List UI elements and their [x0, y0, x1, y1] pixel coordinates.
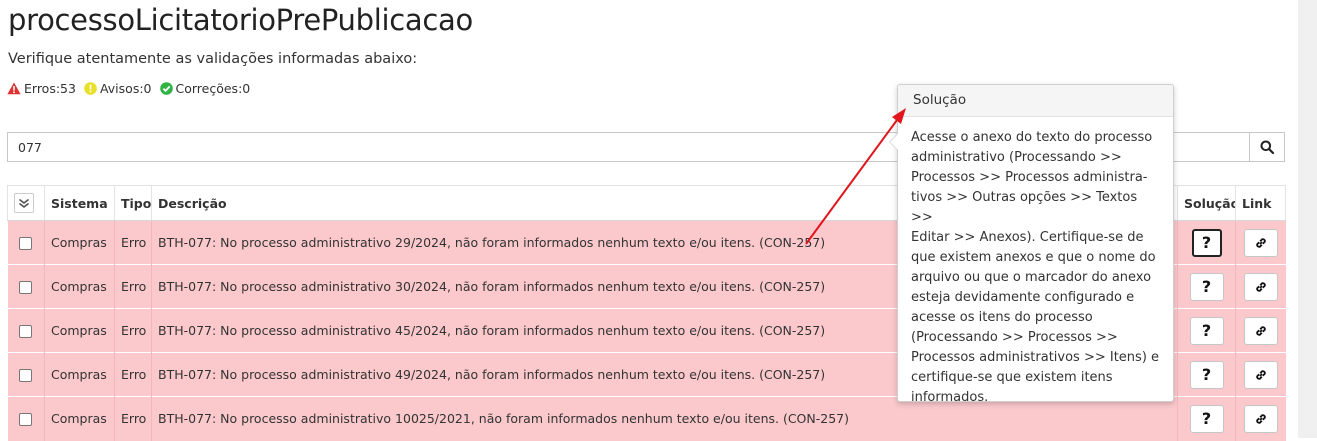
- warnings-counter: Avisos:0: [84, 81, 152, 96]
- solution-popover: Solução Acesse o anexo do texto do proce…: [889, 84, 1174, 405]
- cell-sistema: Compras: [44, 220, 115, 265]
- question-icon: ?: [1201, 277, 1212, 296]
- cell-sistema: Compras: [44, 264, 115, 309]
- check-circle-icon: [159, 82, 173, 95]
- cell-tipo: Erro: [114, 220, 152, 265]
- cell-tipo: Erro: [114, 396, 152, 441]
- errors-count: Erros:53: [24, 81, 76, 96]
- cell-sistema: Compras: [44, 352, 115, 397]
- link-button[interactable]: [1243, 316, 1278, 345]
- question-icon: ?: [1201, 409, 1212, 429]
- errors-counter: Erros:53: [7, 81, 76, 96]
- solution-button[interactable]: ?: [1189, 316, 1224, 345]
- popover-line: acesse os itens do processo: [911, 310, 1093, 325]
- validation-counters: Erros:53 Avisos:0 Correções:0: [7, 81, 258, 96]
- header-link: Link: [1235, 185, 1286, 221]
- row-checkbox[interactable]: [19, 369, 33, 382]
- link-icon: [1256, 369, 1266, 380]
- row-checkbox[interactable]: [19, 325, 33, 338]
- select-all-button[interactable]: [14, 193, 34, 213]
- popover-line: esteja devidamente configurado e: [911, 290, 1135, 305]
- cell-sistema: Compras: [44, 308, 115, 353]
- popover-title: Solução: [898, 85, 1173, 117]
- link-button[interactable]: [1243, 228, 1278, 257]
- page-subtitle: Verifique atentamente as validações info…: [8, 51, 418, 67]
- link-icon: [1256, 414, 1266, 424]
- cell-tipo: Erro: [114, 308, 152, 353]
- corrections-count: Correções:0: [175, 81, 251, 96]
- cell-sistema: Compras: [44, 396, 115, 441]
- row-checkbox[interactable]: [19, 281, 33, 294]
- cell-tipo: Erro: [114, 352, 152, 397]
- solution-button[interactable]: ?: [1191, 228, 1222, 257]
- corrections-counter: Correções:0: [159, 81, 251, 96]
- popover-line: Editar >> Anexos). Certifique-se de: [911, 230, 1144, 245]
- header-tipo[interactable]: Tipo: [114, 185, 152, 221]
- popover-line: Acesse o anexo do texto do processo: [911, 130, 1153, 145]
- popover-line: (Processando >> Processos >>: [911, 330, 1118, 345]
- solution-button[interactable]: ?: [1189, 404, 1224, 433]
- popover-line: administrativo (Processando >>: [911, 150, 1122, 165]
- header-solucao: Solução: [1177, 185, 1236, 221]
- error-icon: [7, 82, 21, 95]
- warnings-count: Avisos:0: [99, 81, 152, 96]
- popover-line: Processos >> Processos administra-: [911, 170, 1148, 185]
- popover-line: informados.: [911, 390, 989, 405]
- popover-body: Acesse o anexo do texto do processo admi…: [898, 117, 1173, 408]
- search-icon: [1260, 140, 1274, 154]
- question-icon: ?: [1201, 365, 1212, 384]
- link-icon: [1256, 281, 1266, 292]
- popover-line: arquivo ou que o marcador do anexo: [911, 270, 1152, 285]
- row-checkbox[interactable]: [19, 237, 33, 250]
- double-check-icon: [19, 198, 29, 208]
- popover-line: que existem anexos e que o nome do: [911, 250, 1156, 265]
- solution-button[interactable]: ?: [1189, 272, 1224, 301]
- warning-icon: [84, 82, 97, 95]
- popover-line: Processos administrativos >> Itens) e: [911, 350, 1160, 365]
- link-button[interactable]: [1243, 360, 1278, 389]
- link-button[interactable]: [1243, 404, 1278, 433]
- scrollbar-gutter: [1298, 0, 1317, 438]
- question-icon: ?: [1201, 321, 1212, 340]
- link-button[interactable]: [1243, 272, 1278, 301]
- cell-tipo: Erro: [114, 264, 152, 309]
- header-sistema[interactable]: Sistema: [44, 185, 115, 221]
- solution-button[interactable]: ?: [1189, 360, 1224, 389]
- link-icon: [1256, 325, 1266, 336]
- question-icon: ?: [1201, 233, 1212, 252]
- popover-line: tivos >> Outras opções >> Textos >>: [911, 190, 1138, 225]
- select-all-header[interactable]: [7, 185, 45, 221]
- row-checkbox[interactable]: [19, 413, 33, 427]
- search-button[interactable]: [1249, 132, 1285, 162]
- page-title: processoLicitatorioPrePublicacao: [8, 3, 473, 37]
- link-icon: [1256, 237, 1266, 248]
- popover-line: certifique-se que existem itens: [911, 370, 1113, 385]
